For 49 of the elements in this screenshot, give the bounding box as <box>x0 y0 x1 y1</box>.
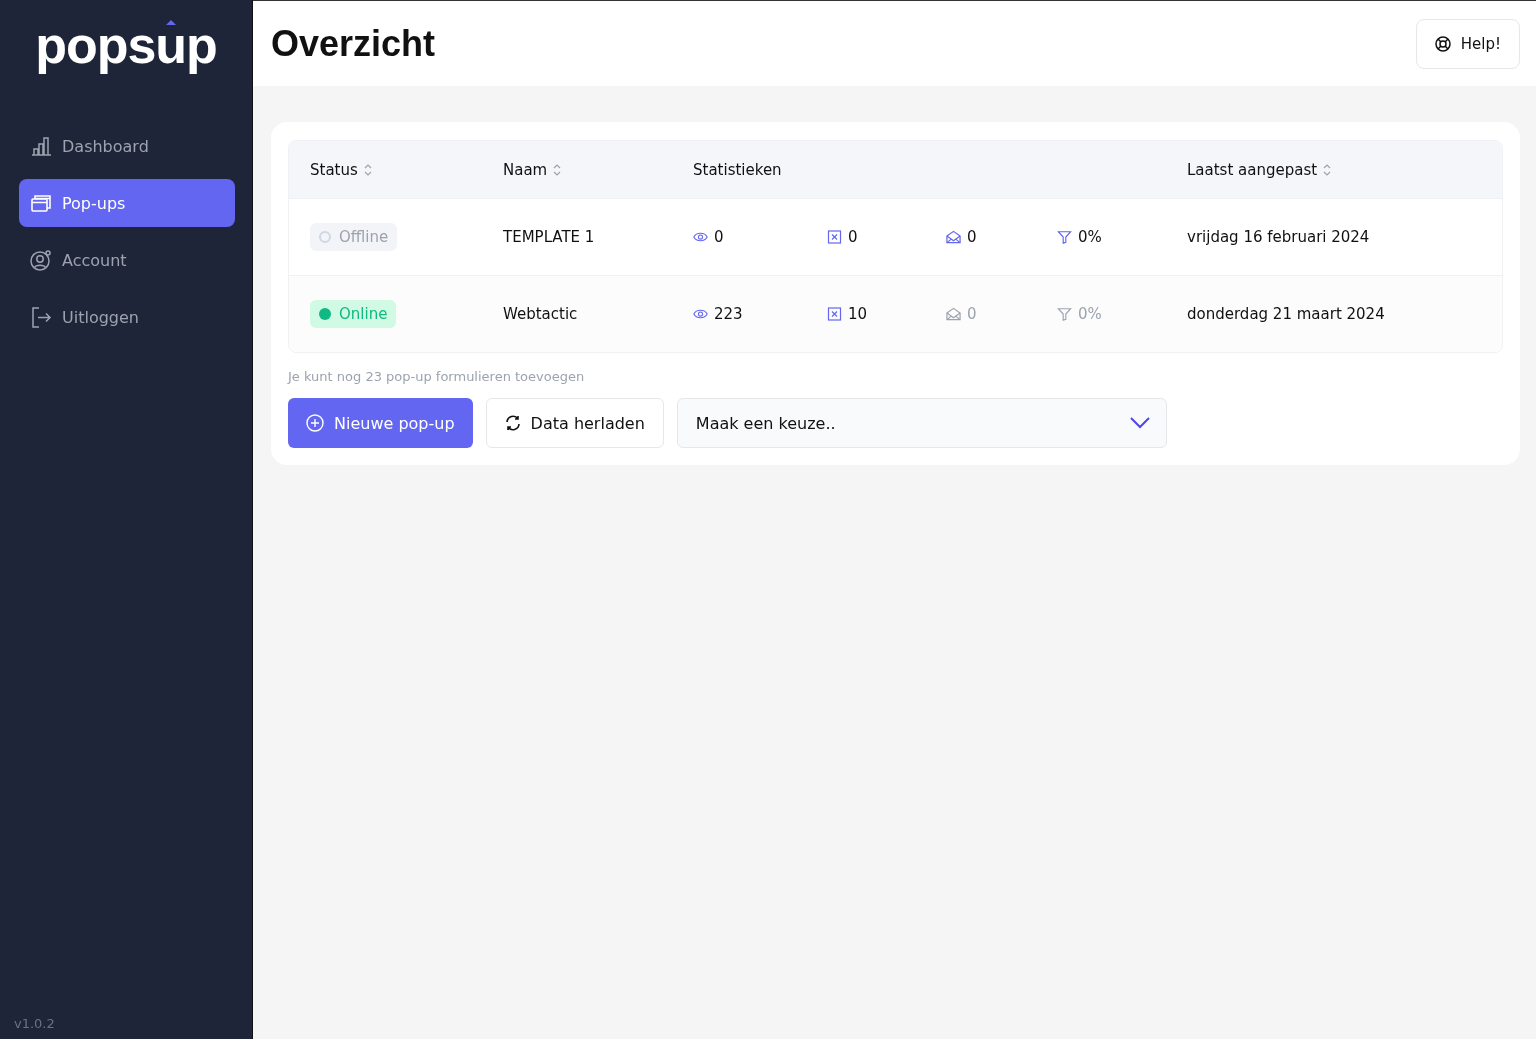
close-box-icon <box>827 307 842 321</box>
column-header[interactable]: Status <box>310 160 358 179</box>
sort-icon[interactable] <box>1323 162 1332 177</box>
page-title: Overzicht <box>271 22 436 65</box>
new-popup-button[interactable]: Nieuwe pop-up <box>288 398 473 448</box>
reload-button[interactable]: Data herladen <box>485 398 664 448</box>
eye-icon <box>693 230 708 244</box>
table-cell-text: TEMPLATE 1 <box>503 228 596 246</box>
close-box-icon <box>827 230 842 244</box>
stat-value: 0% <box>1078 228 1102 246</box>
stat-value: 0% <box>1078 305 1102 323</box>
stat-value: 10 <box>848 305 868 323</box>
column-header: Statistieken <box>693 160 782 179</box>
table-cell-text: Webtactic <box>503 305 579 323</box>
sidebar-item[interactable]: Dashboard <box>19 122 235 170</box>
chevron-down-icon <box>1129 417 1150 429</box>
envelope-open-icon <box>946 230 961 244</box>
help-button[interactable]: Help! <box>1415 18 1520 69</box>
funnel-icon <box>1057 307 1072 321</box>
column-header[interactable]: Laatst aangepast <box>1187 160 1318 179</box>
table-cell-text: vrijdag 16 februari 2024 <box>1187 228 1371 246</box>
sidebar-item[interactable]: Uitloggen <box>19 293 235 341</box>
version-label: v1.0.2 <box>13 1016 56 1033</box>
refresh-icon <box>504 415 521 431</box>
sidebar-item[interactable]: Account <box>19 236 235 284</box>
quota-note: Je kunt nog 23 pop-up formulieren toevoegen <box>288 369 586 384</box>
select-field[interactable]: Maak een keuze.. <box>676 398 1167 448</box>
windows-icon <box>30 192 52 214</box>
sort-icon[interactable] <box>363 162 372 177</box>
stat-value: 0 <box>967 228 977 246</box>
sort-icon[interactable] <box>553 162 562 177</box>
user-settings-icon <box>30 249 52 271</box>
stat-value: 0 <box>967 305 977 323</box>
eye-icon <box>693 307 708 321</box>
stat-value: 223 <box>714 305 743 323</box>
envelope-open-icon <box>946 307 961 321</box>
status-badge: Online <box>310 300 397 328</box>
sidebar-item[interactable]: Pop-ups <box>19 179 235 227</box>
funnel-icon <box>1057 230 1072 244</box>
table-cell-text: donderdag 21 maart 2024 <box>1187 305 1386 323</box>
logo: popsup <box>35 15 217 76</box>
stat-value: 0 <box>848 228 858 246</box>
plus-circle-icon <box>306 414 324 432</box>
lifebuoy-icon <box>1434 35 1451 52</box>
status-badge: Offline <box>310 223 398 251</box>
stat-value: 0 <box>714 228 724 246</box>
column-header[interactable]: Naam <box>503 160 548 179</box>
bar-chart-icon <box>30 135 52 157</box>
logout-icon <box>30 306 52 328</box>
